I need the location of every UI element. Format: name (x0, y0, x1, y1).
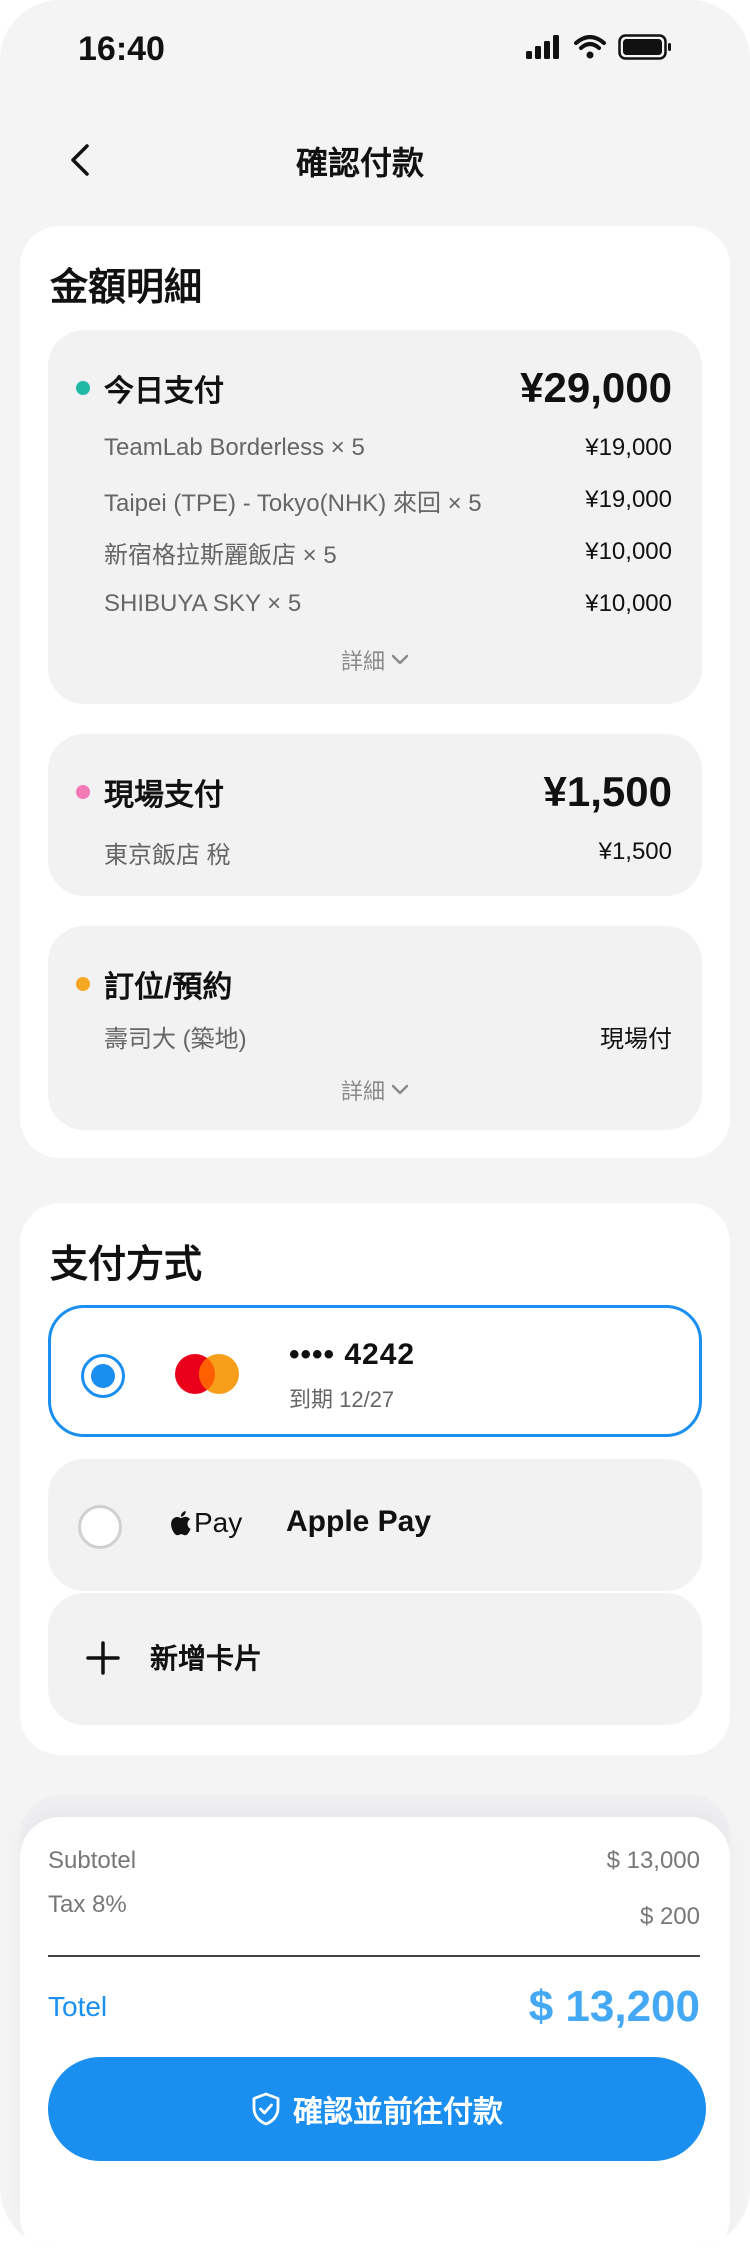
tax-value: $ 200 (639, 1903, 700, 1930)
today-total: ¥29,000 (520, 364, 672, 411)
line-item-name: 東京飯店 稅 (104, 841, 231, 869)
order-summary: Subtotel $ 13,000 Tax 8% $ 200 Totel $ 1… (20, 1817, 730, 2248)
onsite-label: 現場支付 (104, 779, 224, 812)
status-dot (76, 977, 90, 991)
booking-details-toggle[interactable]: 詳細 (48, 1070, 702, 1110)
today-label: 今日支付 (104, 375, 224, 408)
card-expiry: 到期 12/27 (289, 1387, 395, 1412)
line-item: TeamLab Borderless × 5 ¥19,000 (104, 428, 672, 468)
details-label: 詳細 (340, 649, 385, 674)
tax-row: Tax 8% $ 200 (48, 1891, 700, 1931)
line-item: Taipei (TPE) - Tokyo(NHK) 來回 × 5 ¥19,000 (104, 480, 672, 520)
today-payment-section: 今日支付 ¥29,000 TeamLab Borderless × 5 ¥19,… (48, 330, 702, 704)
apple-pay-logo-text: Pay (194, 1507, 243, 1538)
line-item: 壽司大 (築地) 現場付 (104, 1016, 672, 1056)
divider (48, 1955, 700, 1957)
radio-selected[interactable] (81, 1354, 125, 1398)
line-item-amount: ¥19,000 (585, 486, 672, 513)
subtotal-row: Subtotel $ 13,000 (48, 1841, 700, 1881)
total-label: Totel (48, 1991, 108, 2022)
today-header: 今日支付 ¥29,000 (76, 360, 672, 416)
tax-label: Tax 8% (48, 1891, 127, 1918)
wifi-icon (574, 35, 606, 59)
page-title: 確認付款 (295, 145, 424, 181)
apple-pay-icon: Pay (170, 1503, 242, 1543)
confirm-payment-label: 確認並前往付款 (293, 2096, 503, 2129)
booking-header: 訂位/預約 (76, 956, 672, 1012)
line-item-amount: ¥10,000 (585, 590, 672, 617)
add-card-button[interactable]: 新增卡片 (48, 1593, 702, 1725)
status-time: 16:40 (78, 30, 165, 68)
total-row: Totel $ 13,200 (48, 1977, 700, 2037)
status-icons (526, 34, 672, 60)
booking-section: 訂位/預約 壽司大 (築地) 現場付 詳細 (48, 926, 702, 1130)
payment-option-card[interactable]: •••• 4242 到期 12/27 (48, 1305, 702, 1437)
add-card-label: 新增卡片 (150, 1643, 263, 1674)
status-bar: 16:40 (0, 0, 750, 100)
line-item: SHIBUYA SKY × 5 ¥10,000 (104, 584, 672, 624)
shield-check-icon (252, 2092, 280, 2126)
plus-icon (86, 1641, 120, 1675)
onsite-payment-section: 現場支付 ¥1,500 東京飯店 稅 ¥1,500 (48, 734, 702, 896)
subtotal-label: Subtotel (48, 1847, 137, 1874)
payment-method-card: 支付方式 •••• 4242 到期 12/27 Pay Apple Pay 新增… (20, 1203, 730, 1755)
details-label: 詳細 (340, 1079, 385, 1104)
mastercard-icon (175, 1354, 239, 1394)
today-details-toggle[interactable]: 詳細 (48, 640, 702, 680)
payment-option-applepay[interactable]: Pay Apple Pay (48, 1459, 702, 1591)
confirm-payment-button[interactable]: 確認並前往付款 (48, 2057, 706, 2161)
line-item: 東京飯店 稅 ¥1,500 (104, 832, 672, 872)
line-item-amount: ¥19,000 (585, 434, 672, 461)
onsite-header: 現場支付 ¥1,500 (76, 764, 672, 820)
chevron-down-icon (391, 1084, 409, 1095)
app-screen: 16:40 確認付款 金額明細 今日支付 ¥29,000 TeamLab Bor… (0, 0, 750, 2248)
apple-pay-label: Apple Pay (286, 1505, 432, 1538)
line-item-name: SHIBUYA SKY × 5 (104, 590, 302, 617)
amount-card-title: 金額明細 (50, 267, 203, 309)
line-item: 新宿格拉斯麗飯店 × 5 ¥10,000 (104, 532, 672, 572)
chevron-down-icon (391, 654, 409, 665)
cellular-signal-icon (526, 35, 559, 59)
card-number: •••• 4242 (289, 1338, 416, 1371)
status-dot (76, 381, 90, 395)
line-item-amount: ¥10,000 (585, 538, 672, 565)
subtotal-value: $ 13,000 (606, 1847, 700, 1874)
onsite-total: ¥1,500 (543, 768, 672, 815)
nav-bar: 確認付款 (0, 120, 750, 200)
battery-icon (618, 34, 671, 60)
line-item-name: Taipei (TPE) - Tokyo(NHK) 來回 × 5 (104, 489, 482, 517)
line-item-name: 壽司大 (築地) (104, 1025, 247, 1053)
total-value: $ 13,200 (528, 1982, 700, 2031)
line-item-name: 新宿格拉斯麗飯店 × 5 (104, 541, 337, 569)
amount-details-card: 金額明細 今日支付 ¥29,000 TeamLab Borderless × 5… (20, 226, 730, 1158)
line-item-amount: 現場付 (600, 1025, 672, 1053)
apple-logo-icon (171, 1511, 191, 1536)
payment-card-title: 支付方式 (50, 1244, 203, 1286)
line-item-amount: ¥1,500 (598, 838, 672, 865)
line-item-name: TeamLab Borderless × 5 (104, 434, 365, 461)
status-dot (76, 785, 90, 799)
radio-unselected[interactable] (78, 1505, 122, 1549)
booking-label: 訂位/預約 (104, 971, 233, 1004)
